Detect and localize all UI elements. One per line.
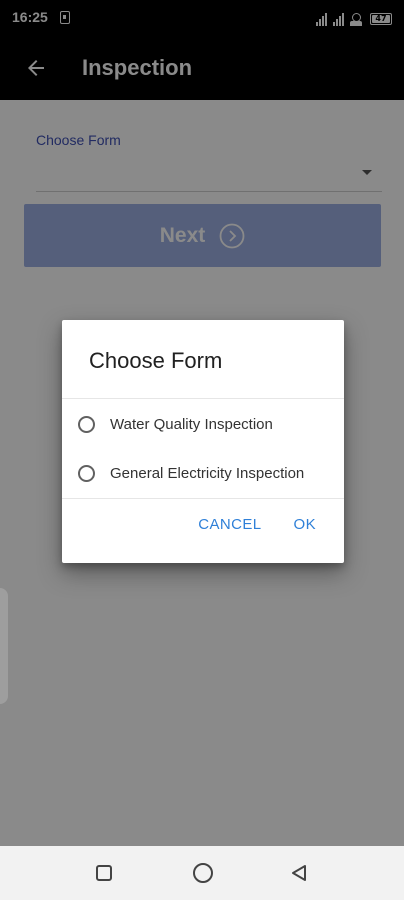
system-nav-bar (0, 846, 404, 900)
option-water-quality-inspection[interactable]: Water Quality Inspection (62, 400, 344, 448)
recents-square-icon[interactable] (96, 865, 112, 881)
home-circle-icon[interactable] (193, 863, 213, 883)
choose-form-dialog: Choose Form Water Quality Inspection Gen… (62, 320, 344, 563)
option-general-electricity-inspection[interactable]: General Electricity Inspection (62, 449, 344, 497)
cancel-button[interactable]: CANCEL (198, 516, 261, 533)
side-panel-handle[interactable] (0, 588, 8, 704)
divider (62, 498, 344, 499)
screen: 16:25 47 Inspection Choose Form Next Cho… (0, 0, 404, 900)
divider (62, 398, 344, 399)
radio-button-icon[interactable] (78, 415, 95, 433)
option-label: Water Quality Inspection (110, 415, 273, 433)
dialog-actions: CANCEL OK (198, 516, 316, 533)
dialog-title: Choose Form (89, 348, 223, 373)
option-label: General Electricity Inspection (110, 464, 305, 482)
back-triangle-icon[interactable] (290, 864, 308, 882)
radio-button-icon[interactable] (78, 464, 95, 482)
ok-button[interactable]: OK (294, 516, 316, 533)
